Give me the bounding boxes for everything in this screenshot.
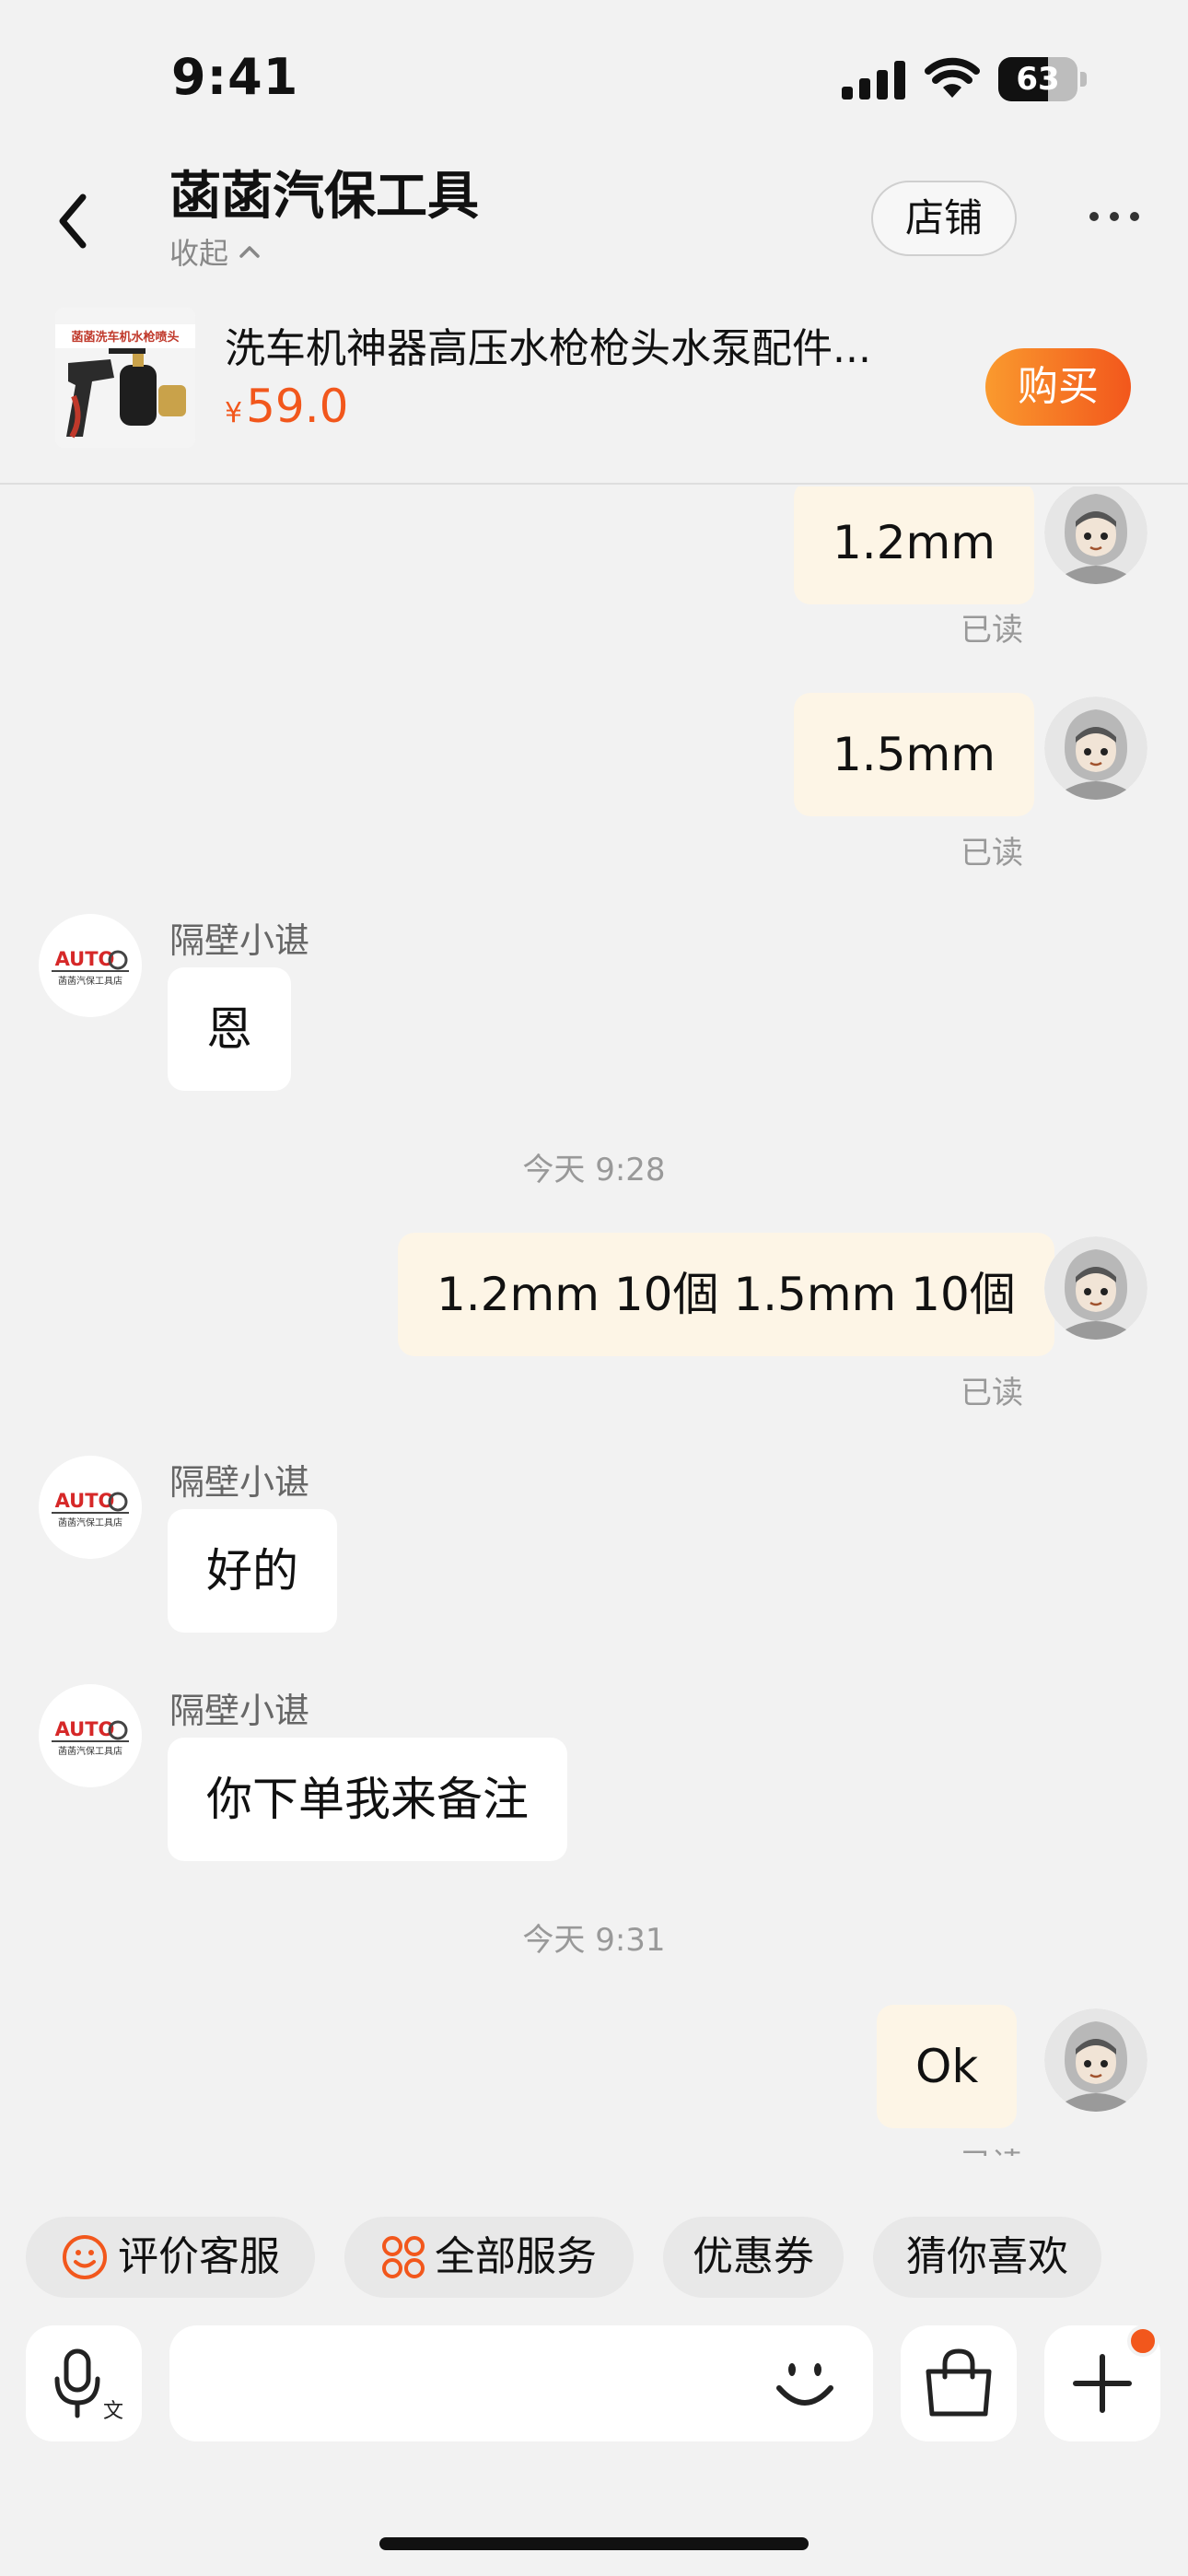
time-separator: 今天 9:28 — [522, 1152, 666, 1188]
collapse-label: 收起 — [169, 236, 229, 271]
notification-dot — [1127, 2325, 1159, 2357]
read-receipt: 已读 — [961, 835, 1023, 872]
read-receipt: 已读 — [961, 1375, 1023, 1411]
price-value: 59.0 — [246, 380, 349, 433]
recommendations-chip[interactable]: 猜你喜欢 — [873, 2217, 1101, 2298]
shop-logo-icon: AUTO 菡菡汽保工具店 — [39, 1456, 142, 1559]
back-arrow-icon[interactable] — [46, 184, 101, 258]
user-avatar[interactable] — [1044, 2008, 1147, 2112]
read-receipt: 已读 — [961, 612, 1023, 649]
rate-service-chip[interactable]: 评价客服 — [26, 2217, 315, 2298]
product-card[interactable]: 菡菡洗车机水枪喷头 洗车机神器高压水枪枪头水泵配件... ¥ 59.0 购买 — [0, 287, 1188, 485]
shop-logo-icon: AUTO 菡菡汽保工具店 — [39, 914, 142, 1017]
shop-avatar[interactable]: AUTO 菡菡汽保工具店 — [39, 914, 142, 1017]
shop-logo-caption: 菡菡汽保工具店 — [58, 975, 122, 987]
collapse-toggle[interactable]: 收起 — [169, 230, 262, 273]
time-separator: 今天 9:31 — [522, 1922, 666, 1959]
user-avatar[interactable] — [1044, 1236, 1147, 1340]
shop-title: 菡菡汽保工具 — [169, 167, 479, 227]
microphone-icon: 文 — [54, 2348, 123, 2423]
user-avatar-image — [1044, 1236, 1147, 1340]
shopping-bag-button[interactable] — [901, 2325, 1017, 2441]
input-bar: 文 — [0, 2325, 1188, 2445]
user-avatar-image — [1044, 697, 1147, 800]
message-bubble-outgoing[interactable]: 1.2mm — [794, 486, 1034, 604]
more-icon[interactable] — [1087, 203, 1142, 230]
chip-label: 评价客服 — [118, 2233, 280, 2280]
svg-text:文: 文 — [103, 2400, 123, 2423]
voice-input-button[interactable]: 文 — [26, 2325, 142, 2441]
shop-avatar[interactable]: AUTO 菡菡汽保工具店 — [39, 1684, 142, 1787]
shop-logo-icon: AUTO 菡菡汽保工具店 — [39, 1684, 142, 1787]
sender-name: 隔壁小谌 — [169, 1691, 310, 1731]
message-bubble-outgoing[interactable]: 1.5mm — [794, 693, 1034, 816]
wifi-icon — [925, 57, 980, 98]
battery-icon: 63 — [998, 57, 1087, 101]
coupon-chip[interactable]: 优惠券 — [663, 2217, 844, 2298]
emoji-icon[interactable] — [768, 2353, 842, 2414]
battery-level: 63 — [1016, 61, 1060, 98]
spray-gun-image: 菡菡洗车机水枪喷头 — [55, 308, 195, 448]
buy-button[interactable]: 购买 — [985, 348, 1131, 426]
price-currency: ¥ — [225, 397, 243, 429]
product-thumbnail[interactable]: 菡菡洗车机水枪喷头 — [55, 308, 195, 448]
shop-logo-brand: AUTO — [55, 1490, 115, 1512]
user-avatar-image — [1044, 2008, 1147, 2112]
status-time: 9:41 — [171, 48, 299, 106]
chat-header: 菡菡汽保工具 收起 店铺 — [0, 138, 1188, 276]
chip-label: 优惠券 — [693, 2233, 814, 2280]
store-button[interactable]: 店铺 — [871, 181, 1017, 256]
message-bubble-incoming[interactable]: 好的 — [168, 1509, 337, 1633]
message-bubble-incoming[interactable]: 恩 — [168, 967, 291, 1091]
all-services-chip[interactable]: 全部服务 — [344, 2217, 634, 2298]
sender-name: 隔壁小谌 — [169, 1462, 310, 1503]
user-avatar[interactable] — [1044, 697, 1147, 800]
message-list[interactable]: 1.2mm 已读 1.5mm 已读 AUTO 菡菡汽保工具店 隔壁小谌 恩 今天… — [0, 486, 1188, 2156]
grid-icon — [382, 2236, 425, 2278]
smiley-icon — [63, 2235, 107, 2279]
read-receipt: 已读 — [961, 2139, 1023, 2156]
shop-logo-caption: 菡菡汽保工具店 — [58, 1516, 122, 1528]
shopping-bag-icon — [926, 2348, 992, 2417]
product-title[interactable]: 洗车机神器高压水枪枪头水泵配件... — [225, 315, 943, 374]
shop-logo-brand: AUTO — [55, 948, 115, 970]
user-avatar[interactable] — [1044, 486, 1147, 584]
chevron-up-icon — [239, 246, 260, 258]
status-bar: 9:41 63 — [0, 0, 1188, 138]
thumb-caption: 菡菡洗车机水枪喷头 — [71, 330, 179, 345]
chip-label: 猜你喜欢 — [906, 2233, 1068, 2280]
quick-actions: 评价客服 全部服务 优惠券 猜你喜欢 — [0, 2217, 1188, 2298]
chip-label: 全部服务 — [435, 2233, 597, 2280]
shop-avatar[interactable]: AUTO 菡菡汽保工具店 — [39, 1456, 142, 1559]
shop-logo-brand: AUTO — [55, 1718, 115, 1740]
home-indicator — [379, 2537, 809, 2550]
message-bubble-outgoing[interactable]: 1.2mm 10個 1.5mm 10個 — [398, 1233, 1054, 1356]
chat-page: 9:41 63 菡菡汽保工具 收起 店铺 菡菡洗车机水枪喷头 洗车机神器高压水枪… — [0, 0, 1188, 2576]
message-bubble-outgoing[interactable]: Ok — [877, 2005, 1018, 2128]
sender-name: 隔壁小谌 — [169, 920, 310, 961]
shop-logo-caption: 菡菡汽保工具店 — [58, 1745, 122, 1757]
product-price: ¥ 59.0 — [225, 380, 348, 433]
cellular-signal-icon — [842, 61, 905, 100]
user-avatar-image — [1044, 486, 1147, 584]
message-bubble-incoming[interactable]: 你下单我来备注 — [168, 1738, 567, 1861]
